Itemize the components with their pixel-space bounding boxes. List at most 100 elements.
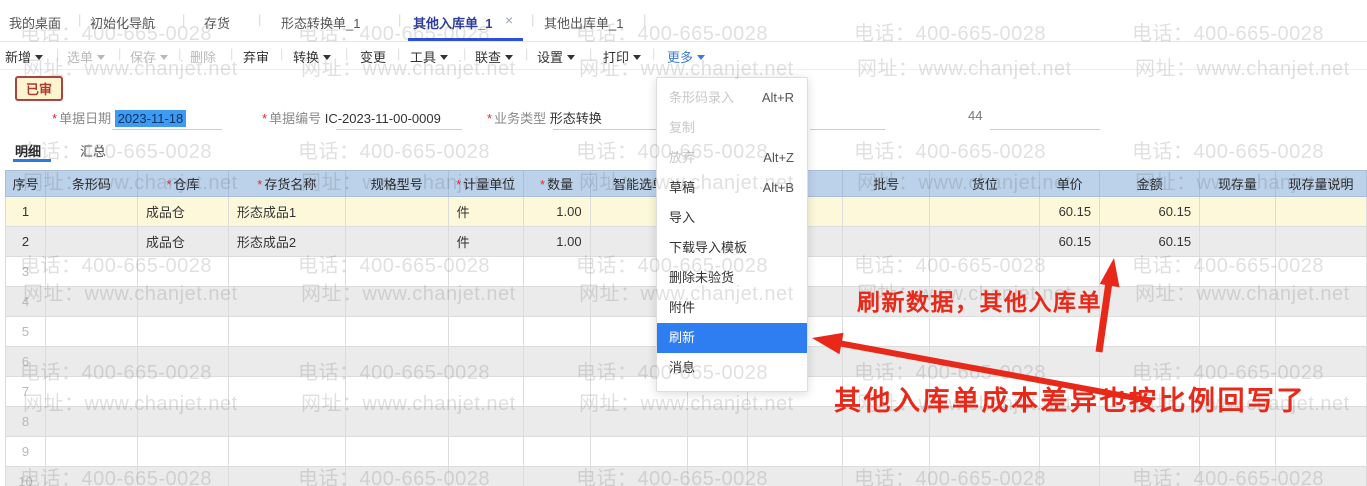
cell-r8-c11[interactable] xyxy=(842,406,931,437)
cell-r8-c10[interactable] xyxy=(747,406,844,437)
cell-r10-c13[interactable] xyxy=(1039,466,1101,486)
toolbar-6-button[interactable]: 转换 xyxy=(293,47,332,66)
cell-r6-c13[interactable] xyxy=(1039,346,1101,377)
col-header-5[interactable]: 规格型号 xyxy=(344,170,449,197)
cell-r3-c14[interactable] xyxy=(1099,256,1201,287)
cell-r5-c1[interactable]: 5 xyxy=(5,316,46,347)
cell-r6-c1[interactable]: 6 xyxy=(5,346,46,377)
cell-r4-c14[interactable] xyxy=(1099,286,1201,317)
cell-r2-c2[interactable] xyxy=(44,226,138,257)
toolbar-9-button[interactable]: 联查 xyxy=(475,47,514,66)
cell-r2-c11[interactable] xyxy=(842,226,931,257)
cell-r1-c15[interactable] xyxy=(1199,196,1276,227)
cell-r4-c12[interactable] xyxy=(929,286,1041,317)
cell-r5-c11[interactable] xyxy=(842,316,931,347)
cell-r9-c9[interactable] xyxy=(687,436,749,467)
cell-r6-c3[interactable] xyxy=(136,346,229,377)
cell-r3-c12[interactable] xyxy=(929,256,1041,287)
cell-r1-c4[interactable]: 形态成品1 xyxy=(227,196,346,227)
col-header-13[interactable]: 单价 xyxy=(1039,170,1101,197)
cell-r7-c13[interactable] xyxy=(1039,376,1101,407)
cell-r3-c5[interactable] xyxy=(344,256,449,287)
cell-r2-c13[interactable]: 60.15 xyxy=(1039,226,1101,257)
cell-r9-c6[interactable] xyxy=(447,436,524,467)
cell-r10-c12[interactable] xyxy=(929,466,1041,486)
toolbar-2-button[interactable]: 选单 xyxy=(67,47,106,66)
cell-r4-c7[interactable] xyxy=(522,286,591,317)
cell-r3-c7[interactable] xyxy=(522,256,591,287)
toolbar-8-button[interactable]: 工具 xyxy=(410,47,449,66)
toolbar-3-button[interactable]: 保存 xyxy=(130,47,169,66)
cell-r9-c1[interactable]: 9 xyxy=(5,436,46,467)
col-header-12[interactable]: 货位 xyxy=(929,170,1041,197)
cell-r2-c3[interactable]: 成品仓 xyxy=(136,226,229,257)
biz-type-input[interactable]: 形态转换 xyxy=(550,111,602,126)
cell-r1-c1[interactable]: 1 xyxy=(5,196,46,227)
cell-r7-c15[interactable] xyxy=(1199,376,1276,407)
cell-r3-c3[interactable] xyxy=(136,256,229,287)
cell-r6-c11[interactable] xyxy=(842,346,931,377)
cell-r8-c6[interactable] xyxy=(447,406,524,437)
cell-r10-c15[interactable] xyxy=(1199,466,1276,486)
menu-item-2[interactable]: 复制 xyxy=(657,113,807,143)
cell-r3-c4[interactable] xyxy=(227,256,346,287)
cell-r9-c2[interactable] xyxy=(44,436,138,467)
cell-r3-c6[interactable] xyxy=(447,256,524,287)
tab-2[interactable]: 初始化导航 xyxy=(90,13,155,32)
tab-detail[interactable]: 明细 xyxy=(15,141,41,160)
col-header-11[interactable]: 批号 xyxy=(842,170,931,197)
cell-r3-c11[interactable] xyxy=(842,256,931,287)
col-header-14[interactable]: 金额 xyxy=(1099,170,1201,197)
cell-r8-c3[interactable] xyxy=(136,406,229,437)
cell-r6-c2[interactable] xyxy=(44,346,138,377)
cell-r7-c6[interactable] xyxy=(447,376,524,407)
tab-5[interactable]: 其他入库单_1 xyxy=(413,13,492,32)
col-header-4[interactable]: * 存货名称 xyxy=(227,170,346,197)
cell-r2-c6[interactable]: 件 xyxy=(447,226,524,257)
cell-r7-c7[interactable] xyxy=(522,376,591,407)
menu-item-4[interactable]: 草稿 Alt+B xyxy=(657,173,807,203)
cell-r6-c14[interactable] xyxy=(1099,346,1201,377)
cell-r5-c6[interactable] xyxy=(447,316,524,347)
cell-r1-c7[interactable]: 1.00 xyxy=(522,196,591,227)
cell-r7-c3[interactable] xyxy=(136,376,229,407)
cell-r2-c14[interactable]: 60.15 xyxy=(1099,226,1201,257)
toolbar-5-button[interactable]: 弃审 xyxy=(243,47,269,66)
toolbar-12-button[interactable]: 更多 xyxy=(667,47,706,66)
cell-r2-c4[interactable]: 形态成品2 xyxy=(227,226,346,257)
tab-3[interactable]: 存货 xyxy=(204,13,230,32)
doc-no-input[interactable]: IC-2023-11-00-0009 xyxy=(325,111,441,126)
toolbar-4-button[interactable]: 删除 xyxy=(190,47,216,66)
cell-r5-c12[interactable] xyxy=(929,316,1041,347)
cell-r4-c11[interactable] xyxy=(842,286,931,317)
col-header-1[interactable]: 序号 xyxy=(5,170,46,197)
cell-r1-c2[interactable] xyxy=(44,196,138,227)
cell-r5-c4[interactable] xyxy=(227,316,346,347)
cell-r6-c12[interactable] xyxy=(929,346,1041,377)
cell-r4-c2[interactable] xyxy=(44,286,138,317)
cell-r8-c15[interactable] xyxy=(1199,406,1276,437)
menu-item-5[interactable]: 导入 xyxy=(657,203,807,233)
cell-r9-c13[interactable] xyxy=(1039,436,1101,467)
cell-r8-c4[interactable] xyxy=(227,406,346,437)
cell-r2-c5[interactable] xyxy=(344,226,449,257)
col-header-15[interactable]: 现存量 xyxy=(1199,170,1276,197)
cell-r2-c12[interactable] xyxy=(929,226,1041,257)
cell-r9-c15[interactable] xyxy=(1199,436,1276,467)
cell-r4-c1[interactable]: 4 xyxy=(5,286,46,317)
cell-r7-c2[interactable] xyxy=(44,376,138,407)
cell-r6-c4[interactable] xyxy=(227,346,346,377)
cell-r7-c11[interactable] xyxy=(842,376,931,407)
cell-r10-c9[interactable] xyxy=(687,466,749,486)
cell-r8-c12[interactable] xyxy=(929,406,1041,437)
cell-r8-c8[interactable] xyxy=(589,406,689,437)
menu-item-1[interactable]: 条形码录入 Alt+R xyxy=(657,83,807,113)
cell-r5-c2[interactable] xyxy=(44,316,138,347)
cell-r7-c12[interactable] xyxy=(929,376,1041,407)
cell-r8-c5[interactable] xyxy=(344,406,449,437)
cell-r9-c3[interactable] xyxy=(136,436,229,467)
cell-r5-c15[interactable] xyxy=(1199,316,1276,347)
table-row-9[interactable]: 9 xyxy=(5,436,1367,467)
cell-r7-c4[interactable] xyxy=(227,376,346,407)
cell-r9-c16[interactable] xyxy=(1274,436,1367,467)
